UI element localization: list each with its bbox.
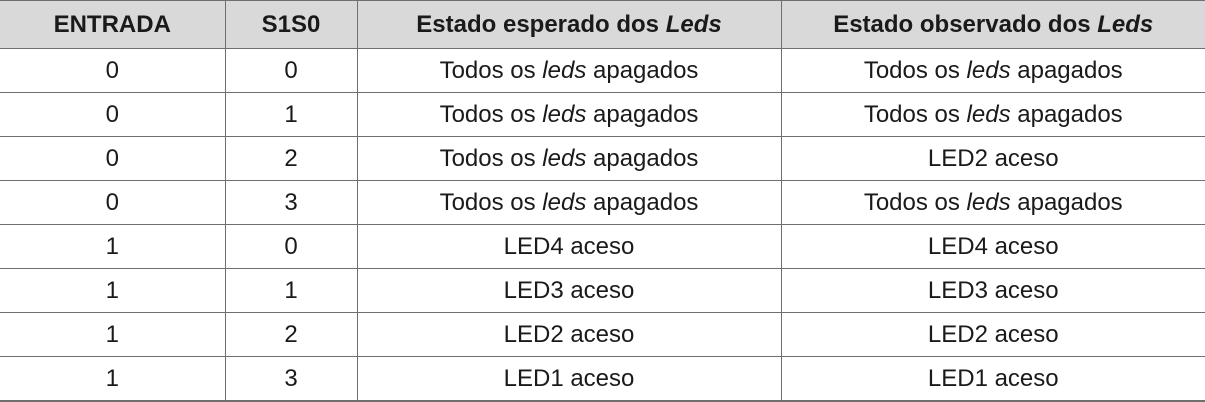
cell-entrada: 0 — [0, 92, 226, 137]
cell-estado-esperado-italic: leds — [542, 56, 587, 84]
cell-entrada: 1 — [0, 356, 226, 402]
cell-estado-observado-text: LED2 aceso — [927, 320, 1059, 348]
header-entrada: ENTRADA — [0, 0, 226, 49]
cell-estado-esperado-suffix: apagados — [593, 100, 699, 128]
table-body: 0 0 Todos os leds apagados Todos os leds ap… — [0, 48, 1205, 402]
cell-estado-observado-text: Todos os — [863, 56, 960, 84]
table-row: 0 3 Todos os leds apagados Todos os leds ap… — [0, 180, 1205, 225]
header-row: ENTRADA S1S0 Estado esperado dos Leds Es… — [0, 0, 1205, 49]
cell-estado-esperado-italic: leds — [542, 188, 587, 216]
header-observado-text: Estado observado dos — [833, 10, 1091, 38]
cell-estado-esperado-italic: leds — [542, 144, 587, 172]
cell-estado-esperado-text: LED1 aceso — [503, 364, 635, 392]
cell-estado-observado-text: LED2 aceso — [927, 144, 1059, 172]
cell-estado-observado-text: LED1 aceso — [927, 364, 1059, 392]
table-row: 0 1 Todos os leds apagados Todos os leds ap… — [0, 92, 1205, 137]
cell-estado-esperado: LED1 aceso — [356, 356, 782, 402]
cell-estado-observado: LED4 aceso — [780, 224, 1205, 269]
cell-estado-esperado-text: Todos os — [439, 188, 536, 216]
cell-estado-observado-text: Todos os — [863, 100, 960, 128]
cell-estado-esperado-text: LED3 aceso — [503, 276, 635, 304]
cell-estado-esperado-text: Todos os — [439, 56, 536, 84]
cell-estado-observado-text: LED3 aceso — [927, 276, 1059, 304]
table-row: 0 2 Todos os leds apagados LED2 aceso — [0, 136, 1205, 181]
cell-estado-esperado-suffix: apagados — [593, 144, 699, 172]
cell-entrada: 0 — [0, 180, 226, 225]
cell-estado-esperado-text: Todos os — [439, 100, 536, 128]
cell-entrada: 1 — [0, 268, 226, 313]
cell-estado-esperado-text: LED4 aceso — [503, 232, 635, 260]
cell-estado-observado-suffix: apagados — [1017, 56, 1123, 84]
cell-estado-observado-italic: leds — [966, 188, 1011, 216]
cell-estado-observado: Todos os leds apagados — [780, 92, 1205, 137]
cell-entrada: 1 — [0, 312, 226, 357]
cell-entrada: 0 — [0, 136, 226, 181]
led-state-table: ENTRADA S1S0 Estado esperado dos Leds Es… — [0, 0, 1205, 402]
cell-estado-esperado-italic: leds — [542, 100, 587, 128]
cell-s1s0: 3 — [224, 356, 358, 402]
cell-estado-observado-text: LED4 aceso — [927, 232, 1059, 260]
cell-s1s0: 0 — [224, 48, 358, 93]
header-esperado-italic: Leds — [665, 10, 722, 38]
cell-estado-esperado: LED4 aceso — [356, 224, 782, 269]
cell-estado-esperado: LED3 aceso — [356, 268, 782, 313]
cell-s1s0: 1 — [224, 92, 358, 137]
cell-entrada: 1 — [0, 224, 226, 269]
table-row: 1 3 LED1 aceso LED1 aceso — [0, 356, 1205, 402]
header-s1s0: S1S0 — [224, 0, 358, 49]
cell-estado-esperado-suffix: apagados — [593, 188, 699, 216]
header-observado-italic: Leds — [1097, 10, 1154, 38]
cell-s1s0: 1 — [224, 268, 358, 313]
cell-entrada: 0 — [0, 48, 226, 93]
cell-estado-observado: LED2 aceso — [780, 136, 1205, 181]
cell-estado-observado-suffix: apagados — [1017, 100, 1123, 128]
header-estado-esperado: Estado esperado dos Leds — [356, 0, 782, 49]
cell-estado-esperado-suffix: apagados — [593, 56, 699, 84]
cell-estado-observado: LED2 aceso — [780, 312, 1205, 357]
cell-estado-observado-suffix: apagados — [1017, 188, 1123, 216]
cell-estado-esperado: Todos os leds apagados — [356, 136, 782, 181]
cell-estado-observado-italic: leds — [966, 56, 1011, 84]
header-esperado-text: Estado esperado dos — [416, 10, 660, 38]
cell-estado-esperado: LED2 aceso — [356, 312, 782, 357]
table-row: 0 0 Todos os leds apagados Todos os leds ap… — [0, 48, 1205, 93]
header-estado-observado: Estado observado dos Leds — [780, 0, 1205, 49]
cell-estado-esperado: Todos os leds apagados — [356, 180, 782, 225]
cell-estado-observado: Todos os leds apagados — [780, 48, 1205, 93]
cell-estado-esperado: Todos os leds apagados — [356, 48, 782, 93]
cell-estado-observado: Todos os leds apagados — [780, 180, 1205, 225]
cell-s1s0: 3 — [224, 180, 358, 225]
cell-s1s0: 2 — [224, 136, 358, 181]
cell-estado-esperado-text: Todos os — [439, 144, 536, 172]
cell-s1s0: 0 — [224, 224, 358, 269]
cell-estado-esperado: Todos os leds apagados — [356, 92, 782, 137]
cell-estado-observado-italic: leds — [966, 100, 1011, 128]
cell-estado-esperado-text: LED2 aceso — [503, 320, 635, 348]
table-row: 1 2 LED2 aceso LED2 aceso — [0, 312, 1205, 357]
table-row: 1 1 LED3 aceso LED3 aceso — [0, 268, 1205, 313]
cell-estado-observado: LED1 aceso — [780, 356, 1205, 402]
cell-estado-observado-text: Todos os — [863, 188, 960, 216]
cell-estado-observado: LED3 aceso — [780, 268, 1205, 313]
cell-s1s0: 2 — [224, 312, 358, 357]
table-row: 1 0 LED4 aceso LED4 aceso — [0, 224, 1205, 269]
